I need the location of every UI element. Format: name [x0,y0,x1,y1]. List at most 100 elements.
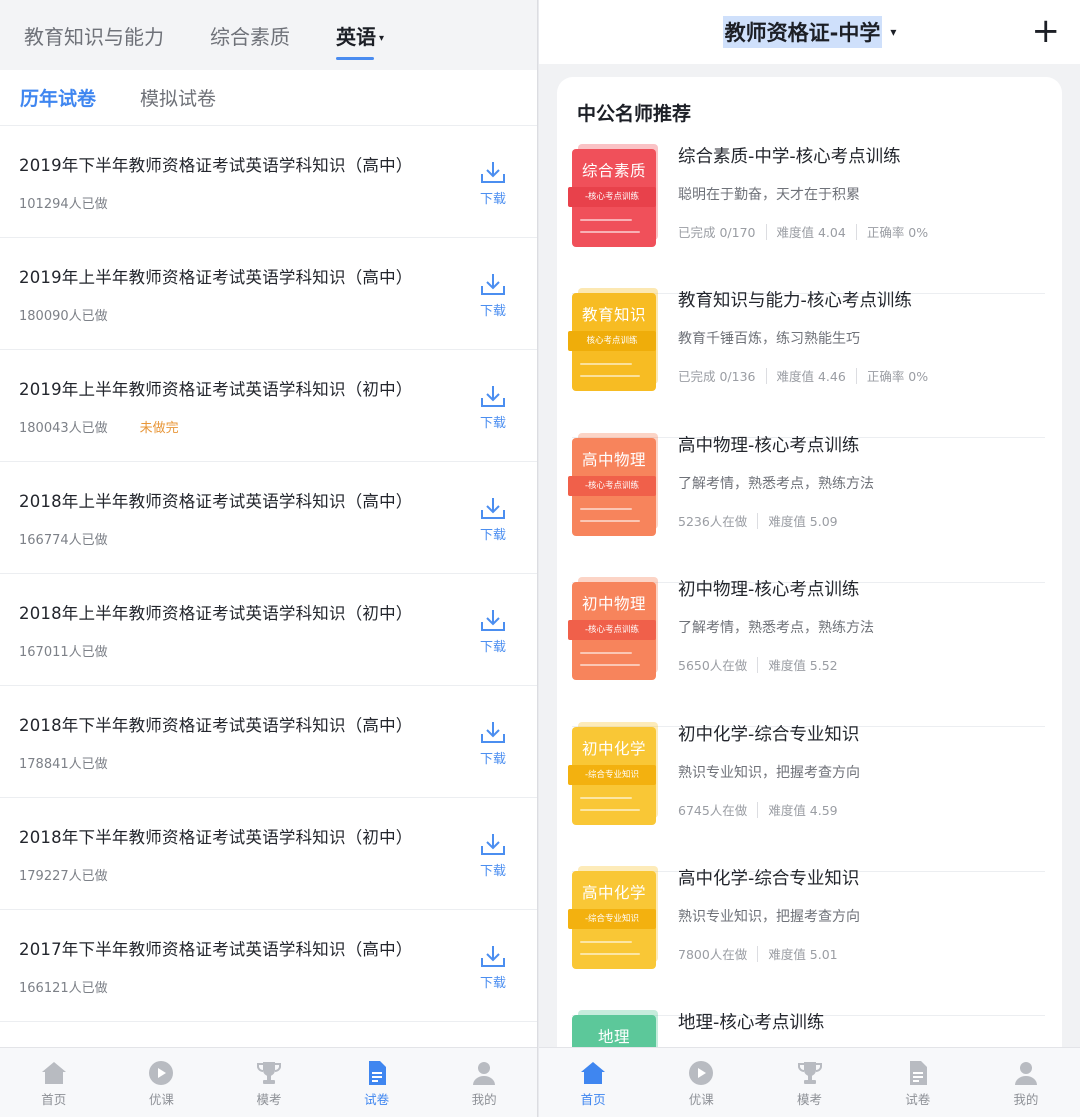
tab-comprehensive-quality[interactable]: 综合素质 [210,21,290,50]
course-name: 高中化学-综合专业知识 [678,869,860,889]
home-icon [579,1060,607,1086]
paper-row[interactable]: 2017年下半年教师资格证考试英语学科知识（高中） 166121人已做 下载 [0,910,537,1022]
paper-meta: 101294人已做 [19,193,537,212]
course-stat: 难度值 5.09 [768,514,838,529]
cover-line [580,652,632,654]
paper-row[interactable]: 2018年下半年教师资格证考试英语学科知识（初中） 179227人已做 下载 [0,798,537,910]
nav-user[interactable]: 我的 [972,1048,1080,1117]
download-button[interactable]: 下载 [477,160,509,207]
course-cover: 高中物理 -核心考点训练 [568,433,658,536]
header: 教师资格证-中学 ▾ + [539,0,1080,64]
course-item[interactable]: 初中化学 -综合专业知识 初中化学-综合专业知识 熟识专业知识，把握考查方向 6745人… [568,722,1045,872]
cover-line [580,809,640,811]
subject-tabs: 教育知识与能力 综合素质 英语 ▾ [0,0,537,70]
recommend-card: 中公名师推荐 综合素质 -核心考点训练 综合素质-中学-核心考点训练 聪明在于勤奋，天… [557,77,1062,1113]
caret-down-icon[interactable]: ▾ [890,25,896,39]
paper-row[interactable]: 2019年上半年教师资格证考试英语学科知识（初中） 180043人已做 未做完 下载 [0,350,537,462]
tab-past-papers[interactable]: 历年试卷 [20,84,96,111]
cover-title: 教育知识 [581,306,646,324]
nav-label: 优课 [148,1091,174,1107]
section-title: 中公名师推荐 [577,103,692,125]
paper-meta: 180043人已做 未做完 [19,417,537,436]
paper-row[interactable]: 2018年上半年教师资格证考试英语学科知识（初中） 167011人已做 下载 [0,574,537,686]
course-stat: 已完成 0/136 [678,369,756,384]
cover-line [580,664,640,666]
nav-play[interactable]: 优课 [647,1048,755,1117]
stat-divider [855,223,857,240]
nav-label: 试卷 [905,1091,931,1107]
cover-line [580,219,632,221]
paper-meta: 179227人已做 [19,865,537,884]
course-cover: 教育知识 核心考点训练 [568,288,658,391]
course-stat: 难度值 4.46 [776,369,846,384]
nav-label: 首页 [41,1091,67,1107]
tab-mock-papers[interactable]: 模拟试卷 [140,84,216,111]
paper-title: 2019年下半年教师资格证考试英语学科知识（高中） [19,156,413,175]
course-desc: 熟识专业知识，把握考查方向 [678,765,860,781]
cover-title: 高中物理 [581,451,646,469]
course-item[interactable]: 高中化学 -综合专业知识 高中化学-综合专业知识 熟识专业知识，把握考查方向 7800人… [568,866,1045,1016]
download-icon [481,610,505,631]
exam-selector-title[interactable]: 教师资格证-中学 [722,16,883,48]
course-stats: 已完成 0/136 难度值 4.46 正确率 0% [678,366,928,385]
download-button[interactable]: 下载 [477,272,509,319]
stat-divider [757,656,759,673]
course-stat: 难度值 5.01 [768,947,838,962]
tab-education-knowledge[interactable]: 教育知识与能力 [24,21,164,50]
course-item[interactable]: 高中物理 -核心考点训练 高中物理-核心考点训练 了解考情，熟悉考点，熟练方法 5236… [568,433,1045,583]
home-icon [40,1060,68,1086]
course-cover: 初中化学 -综合专业知识 [568,722,658,825]
paper-title: 2018年上半年教师资格证考试英语学科知识（高中） [19,492,413,511]
download-button[interactable]: 下载 [477,720,509,767]
stat-divider [757,512,759,529]
paper-row[interactable]: 2019年下半年教师资格证考试英语学科知识（高中） 101294人已做 下载 [0,126,537,238]
course-item[interactable]: 初中物理 -核心考点训练 初中物理-核心考点训练 了解考情，熟悉考点，熟练方法 5650… [568,577,1045,727]
plus-icon[interactable]: + [1032,14,1061,48]
download-button[interactable]: 下载 [477,944,509,991]
paper-title: 2019年上半年教师资格证考试英语学科知识（高中） [19,268,413,287]
nav-trophy[interactable]: 模考 [755,1048,863,1117]
course-item[interactable]: 综合素质 -核心考点训练 综合素质-中学-核心考点训练 聪明在于勤奋，天才在于积累 已完… [568,144,1045,294]
nav-home[interactable]: 首页 [539,1048,647,1117]
paper-row[interactable]: 2018年下半年教师资格证考试英语学科知识（高中） 178841人已做 下载 [0,686,537,798]
cover-title: 初中化学 [581,740,646,758]
nav-trophy[interactable]: 模考 [215,1048,323,1117]
paper-count: 166774人已做 [19,533,108,548]
course-stat: 正确率 0% [866,369,929,384]
download-button[interactable]: 下载 [477,384,509,431]
download-label: 下载 [479,528,506,543]
download-button[interactable]: 下载 [477,608,509,655]
paper-count: 167011人已做 [19,645,108,660]
course-stat: 已完成 0/170 [678,225,756,240]
nav-document[interactable]: 试卷 [323,1048,431,1117]
cover-title: 地理 [597,1028,630,1046]
nav-play[interactable]: 优课 [108,1048,216,1117]
download-button[interactable]: 下载 [477,832,509,879]
cover-line [580,941,632,943]
paper-count: 180043人已做 [19,421,108,436]
caret-down-icon: ▾ [379,32,385,44]
download-button[interactable]: 下载 [477,496,509,543]
nav-user[interactable]: 我的 [430,1048,537,1117]
paper-meta: 166774人已做 [19,529,537,548]
cover-title: 高中化学 [581,884,646,902]
paper-title: 2018年下半年教师资格证考试英语学科知识（高中） [19,716,413,735]
nav-label: 模考 [256,1091,282,1107]
cover-line [580,363,632,365]
download-label: 下载 [479,864,506,879]
paper-row[interactable]: 2018年上半年教师资格证考试英语学科知识（高中） 166774人已做 下载 [0,462,537,574]
course-stats: 已完成 0/170 难度值 4.04 正确率 0% [678,222,928,241]
paper-count: 180090人已做 [19,309,108,324]
tab-english[interactable]: 英语 ▾ [336,21,385,60]
course-stats: 6745人在做 难度值 4.59 [678,800,838,819]
paper-list: 2019年下半年教师资格证考试英语学科知识（高中） 101294人已做 下载 2019… [0,126,537,1022]
nav-document[interactable]: 试卷 [864,1048,972,1117]
download-icon [481,386,505,407]
right-screen: 教师资格证-中学 ▾ + 中公名师推荐 综合素质 -核心考点训练 综合素质-中学-核… [539,0,1080,1117]
nav-home[interactable]: 首页 [0,1048,108,1117]
paper-row[interactable]: 2019年上半年教师资格证考试英语学科知识（高中） 180090人已做 下载 [0,238,537,350]
cover-line [580,231,640,233]
course-item[interactable]: 教育知识 核心考点训练 教育知识与能力-核心考点训练 教育千锤百炼，练习熟能生巧 已完成… [568,288,1045,438]
cover-ribbon: -核心考点训练 [568,620,656,640]
tab-english-label: 英语 [336,24,376,49]
